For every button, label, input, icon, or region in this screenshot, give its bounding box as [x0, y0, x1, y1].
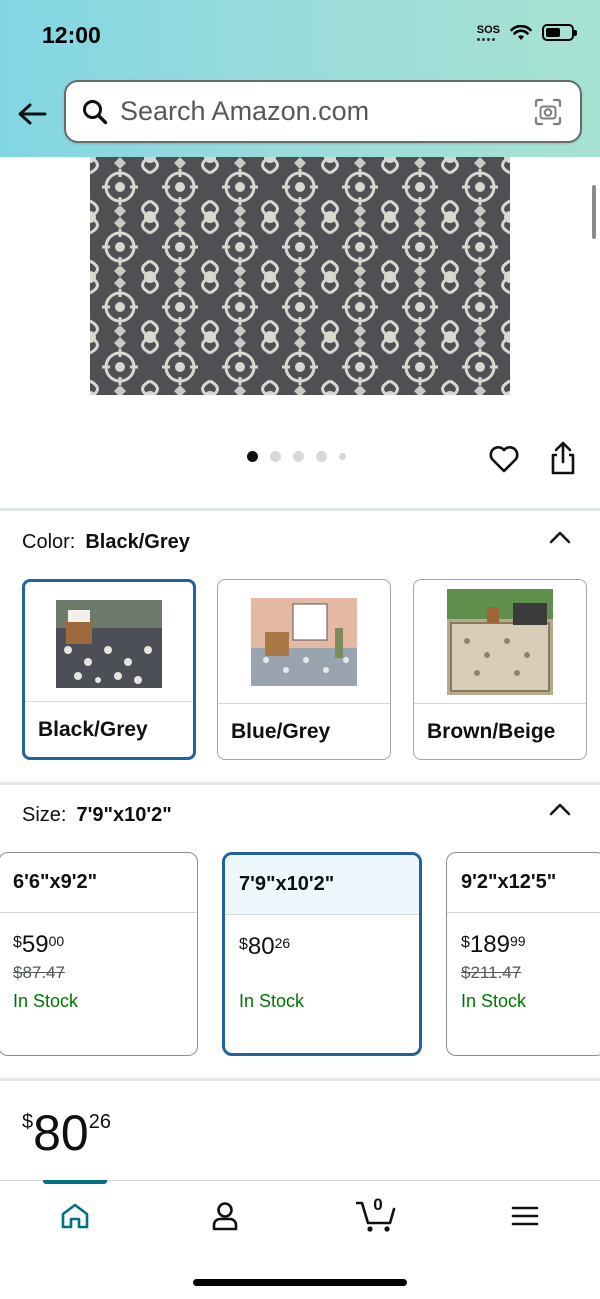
- chevron-up-icon[interactable]: [548, 801, 572, 817]
- search-placeholder: Search Amazon.com: [120, 96, 370, 126]
- cart-count: 0: [373, 1195, 383, 1214]
- nav-active-indicator: [43, 1180, 107, 1184]
- color-option-black-grey[interactable]: Black/Grey: [22, 579, 196, 760]
- color-option-label: Brown/Beige: [414, 703, 586, 759]
- color-option-label: Blue/Grey: [218, 703, 390, 759]
- divider: [0, 1078, 600, 1081]
- size-option-price: $189 99: [461, 931, 526, 958]
- search-icon: [80, 97, 110, 127]
- home-indicator: [193, 1279, 407, 1286]
- color-option-brown-beige[interactable]: Brown/Beige: [413, 579, 587, 760]
- size-option-1[interactable]: 6'6"x9'2" $59 00 $87.47 In Stock: [0, 852, 198, 1056]
- size-option-price: $59 00: [13, 931, 65, 958]
- status-icons: SOS: [476, 23, 577, 41]
- home-icon[interactable]: [55, 1196, 95, 1236]
- size-option-3[interactable]: 9'2"x12'5" $189 99 $211.47 In Stock: [446, 852, 600, 1056]
- size-option-price: $80 26: [239, 933, 291, 960]
- product-price: $80 26: [22, 1105, 111, 1161]
- wifi-icon: [510, 24, 532, 40]
- header: 12:00 SOS Search Amazon.com: [0, 0, 600, 157]
- share-icon[interactable]: [547, 440, 579, 476]
- pagination-dot[interactable]: [293, 451, 304, 462]
- size-option-list-price: $211.47: [461, 963, 522, 982]
- color-thumbnail: [218, 580, 390, 704]
- camera-icon[interactable]: [532, 96, 564, 128]
- menu-icon[interactable]: [505, 1196, 545, 1236]
- status-time: 12:00: [42, 22, 101, 48]
- chevron-up-icon[interactable]: [548, 529, 572, 545]
- selected-size: 7'9"x10'2": [76, 804, 172, 826]
- color-thumbnail: [25, 582, 193, 706]
- selected-color: Black/Grey: [85, 531, 190, 553]
- battery-icon: [542, 24, 577, 41]
- color-label: Color: Black/Grey: [22, 531, 190, 553]
- size-option-stock: In Stock: [461, 991, 527, 1011]
- size-option-title: 9'2"x12'5": [447, 853, 600, 913]
- size-option-stock: In Stock: [239, 991, 305, 1011]
- heart-icon[interactable]: [487, 442, 521, 476]
- back-arrow-icon[interactable]: [14, 96, 50, 132]
- size-option-title: 6'6"x9'2": [0, 853, 197, 913]
- account-icon[interactable]: [205, 1196, 245, 1236]
- size-option-list-price: $87.47: [13, 963, 65, 982]
- size-option-stock: In Stock: [13, 991, 79, 1011]
- color-option-blue-grey[interactable]: Blue/Grey: [217, 579, 391, 760]
- size-option-title: 7'9"x10'2": [225, 855, 419, 915]
- sos-indicator: SOS: [476, 23, 500, 41]
- color-option-label: Black/Grey: [25, 701, 193, 757]
- pagination-dot[interactable]: [270, 451, 281, 462]
- scroll-indicator: [592, 185, 596, 239]
- size-label: Size: 7'9"x10'2": [22, 804, 172, 826]
- pagination-dot[interactable]: [339, 453, 346, 460]
- divider: [0, 782, 600, 785]
- pagination-dot[interactable]: [316, 451, 327, 462]
- image-pagination[interactable]: [247, 451, 346, 462]
- divider: [0, 508, 600, 511]
- pagination-dot[interactable]: [247, 451, 258, 462]
- size-option-2[interactable]: 7'9"x10'2" $80 26 In Stock: [222, 852, 422, 1056]
- color-thumbnail: [414, 580, 586, 704]
- sos-label: SOS: [476, 23, 500, 36]
- product-image[interactable]: [90, 157, 510, 395]
- search-input[interactable]: Search Amazon.com: [64, 80, 582, 143]
